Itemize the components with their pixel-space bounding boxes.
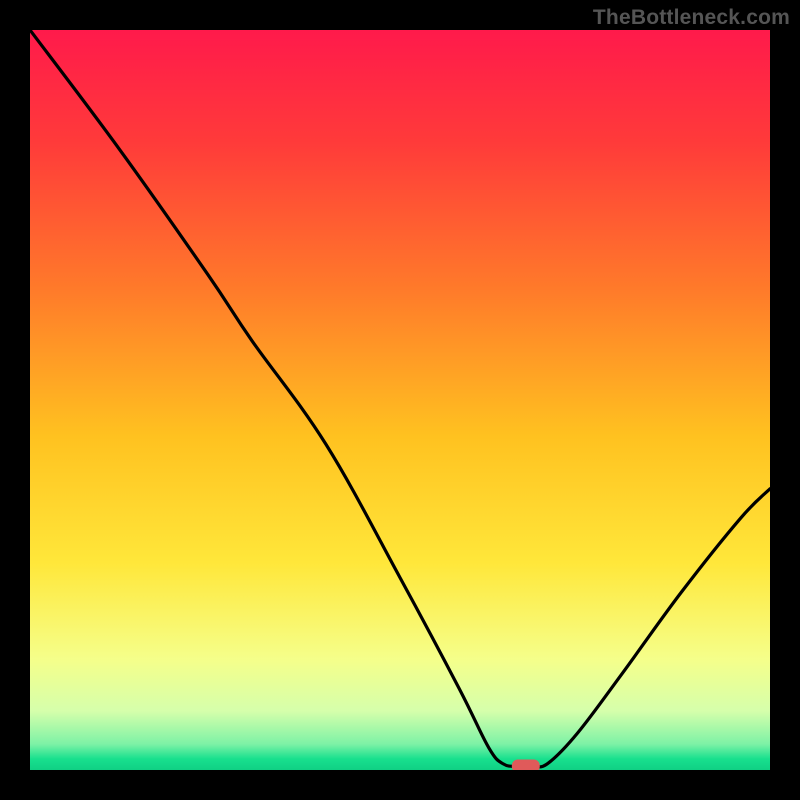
chart-frame: TheBottleneck.com xyxy=(0,0,800,800)
plot-area xyxy=(30,30,770,770)
watermark-text: TheBottleneck.com xyxy=(593,6,790,30)
optimal-marker xyxy=(512,760,540,770)
gradient-background xyxy=(30,30,770,770)
chart-svg xyxy=(30,30,770,770)
